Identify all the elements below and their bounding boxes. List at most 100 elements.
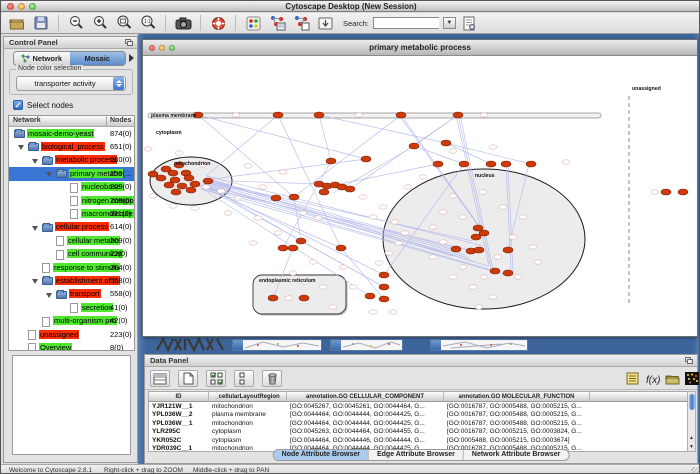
network-node[interactable] xyxy=(379,272,389,278)
network-node[interactable] xyxy=(379,296,389,302)
network-node[interactable] xyxy=(678,189,688,195)
tree-row-overview[interactable]: Overview8(0) xyxy=(9,341,134,351)
select-nodes-checkbox[interactable]: ✓ Select nodes xyxy=(13,100,73,110)
tab-network-attribute-browser[interactable]: Network Attribute Browser xyxy=(464,450,568,460)
help-icon[interactable] xyxy=(208,14,228,32)
network-node[interactable] xyxy=(361,156,371,162)
float-panel-icon[interactable] xyxy=(685,357,694,365)
tab-node-attribute-browser[interactable]: Node Attribute Browser xyxy=(274,450,369,460)
network-node-small[interactable] xyxy=(279,170,287,174)
network-node-small[interactable] xyxy=(349,285,357,289)
network-node[interactable] xyxy=(319,189,329,195)
tree-expander-icon[interactable] xyxy=(46,172,52,177)
network-node-small[interactable] xyxy=(319,285,327,289)
network-node[interactable] xyxy=(365,293,375,299)
search-dropdown-button[interactable]: ▼ xyxy=(443,17,456,29)
attribute-select-icon[interactable] xyxy=(150,370,170,387)
table-row[interactable]: YPL036W__2plasma membrane[GO:0044464, GO… xyxy=(149,411,687,420)
network-window-titlebar[interactable]: primary metabolic process xyxy=(143,40,697,56)
network-node-small[interactable] xyxy=(202,185,210,189)
network-node-small[interactable] xyxy=(651,190,659,194)
network-node-small[interactable] xyxy=(509,235,517,239)
network-node-small[interactable] xyxy=(489,295,497,299)
network-node[interactable] xyxy=(345,186,355,192)
network-node[interactable] xyxy=(289,194,299,200)
tree-row-nucleobase-[interactable]: nucleobase-209(0) xyxy=(9,181,134,194)
column-header-3[interactable]: annotation.GO MOLECULAR_FUNCTION xyxy=(444,392,590,402)
network-node[interactable] xyxy=(288,245,298,251)
network-node-small[interactable] xyxy=(480,113,488,117)
network-node[interactable] xyxy=(526,161,536,167)
network-edge[interactable] xyxy=(294,197,301,241)
tree-row-mosaic-demo-yeast[interactable]: mosaic-demo-yeast874(0) xyxy=(9,127,134,140)
network-node[interactable] xyxy=(164,182,174,188)
float-panel-icon[interactable] xyxy=(125,39,134,47)
resize-grip[interactable] xyxy=(691,467,700,474)
network-node-small[interactable] xyxy=(375,261,383,265)
network-node-small[interactable] xyxy=(385,251,393,255)
network-node-small[interactable] xyxy=(217,189,225,193)
table-row[interactable]: YKR052Ccytoplasm[GO:0044464, GO:0044446,… xyxy=(149,436,687,445)
save-icon[interactable] xyxy=(31,14,51,32)
network-node-small[interactable] xyxy=(224,211,232,215)
import-network-icon[interactable] xyxy=(315,14,335,32)
tree-row-cell-communicat[interactable]: cell communicat22(0) xyxy=(9,248,134,261)
search-options-icon[interactable] xyxy=(460,14,480,32)
network-node-small[interactable] xyxy=(534,260,542,264)
network-node-small[interactable] xyxy=(439,240,447,244)
network-node-small[interactable] xyxy=(429,225,437,229)
network-node[interactable] xyxy=(453,112,463,118)
tree-expander-icon[interactable] xyxy=(46,293,52,298)
network-node[interactable] xyxy=(451,246,461,252)
network-node[interactable] xyxy=(296,238,306,244)
tree-expander-icon[interactable] xyxy=(32,226,38,231)
network-node-small[interactable] xyxy=(232,113,240,117)
network-node-small[interactable] xyxy=(169,204,177,208)
network-node[interactable] xyxy=(486,161,496,167)
network-node[interactable] xyxy=(661,189,671,195)
open-file-icon[interactable] xyxy=(7,14,27,32)
table-row[interactable]: YJR121W__1mitochondrion[GO:0045267, GO:0… xyxy=(149,402,687,411)
network-node[interactable] xyxy=(433,161,443,167)
attribute-table-header[interactable]: ID_cellularLayoutRegionannotation.GO CEL… xyxy=(149,392,687,402)
notes-icon[interactable] xyxy=(624,371,640,386)
zoom-selected-icon[interactable] xyxy=(114,14,134,32)
network-node-small[interactable] xyxy=(429,255,437,259)
tree-row-multi-organism-pro[interactable]: multi-organism pro42(0) xyxy=(9,315,134,328)
network-node-small[interactable] xyxy=(395,241,403,245)
network-node-small[interactable] xyxy=(439,210,447,214)
network-node-small[interactable] xyxy=(355,113,363,117)
network-node[interactable] xyxy=(299,295,309,301)
network-edge[interactable] xyxy=(319,115,331,161)
tree-row-establishment-of-lo[interactable]: establishment of lo558(0) xyxy=(9,274,134,287)
network-edge[interactable] xyxy=(205,159,366,180)
tree-row-nitrogen-compo[interactable]: nitrogen compo209(0) xyxy=(9,194,134,207)
network-node-small[interactable] xyxy=(234,196,242,200)
network-node-small[interactable] xyxy=(401,231,409,235)
network-node[interactable] xyxy=(203,178,213,184)
network-node[interactable] xyxy=(396,112,406,118)
network-node[interactable] xyxy=(171,189,181,195)
node-color-dropdown[interactable]: transporter activity xyxy=(16,76,126,91)
network-node-small[interactable] xyxy=(369,215,377,219)
network-node[interactable] xyxy=(326,158,336,164)
tree-row-primary-metabo[interactable]: primary metabo209(... xyxy=(9,167,134,180)
network-node[interactable] xyxy=(471,234,481,240)
network-edge[interactable] xyxy=(446,143,531,164)
network-edge[interactable] xyxy=(198,115,366,159)
scrollbar-thumb[interactable] xyxy=(689,394,695,410)
network-edge[interactable] xyxy=(206,115,278,176)
network-node-small[interactable] xyxy=(274,231,282,235)
network-edge[interactable] xyxy=(231,181,319,184)
network-node[interactable] xyxy=(148,171,158,177)
network-node-small[interactable] xyxy=(244,164,252,168)
network-node-small[interactable] xyxy=(389,310,397,314)
network-edge[interactable] xyxy=(278,115,341,248)
network-node[interactable] xyxy=(177,183,187,189)
table-row[interactable]: YPL036W__1mitochondrion[GO:0044464, GO:0… xyxy=(149,419,687,428)
network-node[interactable] xyxy=(184,175,194,181)
heatmap-icon[interactable] xyxy=(684,371,700,386)
column-header-1[interactable]: _cellularLayoutRegion xyxy=(209,392,287,402)
tab-mosaic[interactable]: Mosaic xyxy=(70,52,126,65)
search-input[interactable] xyxy=(373,17,439,29)
